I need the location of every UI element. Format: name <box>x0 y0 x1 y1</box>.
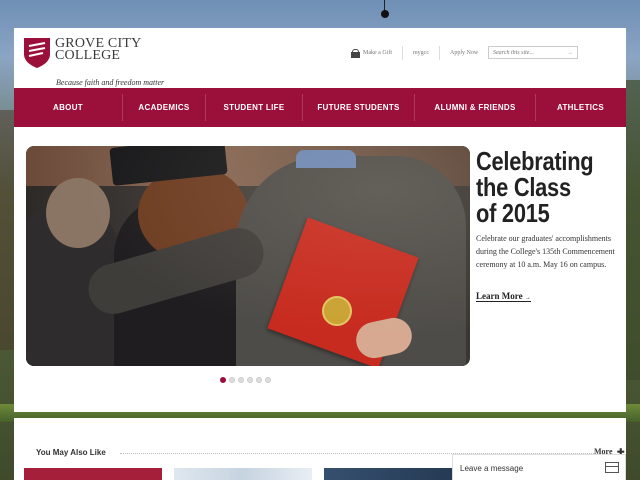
search-box: → <box>488 46 578 59</box>
nav-divider <box>122 94 123 121</box>
learn-more-link[interactable]: Learn More → <box>476 291 531 302</box>
nav-divider <box>414 94 415 121</box>
chat-widget[interactable]: Leave a message <box>452 454 626 480</box>
make-a-gift-label: Make a Gift <box>363 50 392 56</box>
arrow-right-icon: → <box>524 295 531 301</box>
apply-now-link[interactable]: Apply Now <box>439 46 488 60</box>
slide-dot-1[interactable] <box>220 377 226 383</box>
main-nav: ABOUT ACADEMICS STUDENT LIFE FUTURE STUD… <box>14 88 626 127</box>
nav-item-future-students[interactable]: FUTURE STUDENTS <box>303 88 414 127</box>
shield-logo-icon <box>24 38 50 68</box>
related-thumbnail-3[interactable] <box>324 468 454 480</box>
nav-item-academics[interactable]: ACADEMICS <box>123 88 205 127</box>
logo-line-2: COLLEGE <box>55 48 121 63</box>
search-arrow-icon[interactable]: → <box>567 50 573 56</box>
logo-name: GROVE CITY COLLEGE <box>55 37 175 63</box>
mygcc-label: mygcc <box>413 50 429 56</box>
nav-item-about[interactable]: ABOUT <box>14 88 122 127</box>
hero-image[interactable] <box>26 146 470 366</box>
nav-divider <box>535 94 536 121</box>
learn-more-label: Learn More <box>476 291 523 301</box>
main-panel: GROVE CITY COLLEGE Because faith and fre… <box>14 28 626 412</box>
slide-dot-3[interactable] <box>238 377 244 383</box>
slide-dot-4[interactable] <box>247 377 253 383</box>
nav-item-student-life[interactable]: STUDENT LIFE <box>206 88 302 127</box>
slider-pagination <box>220 377 271 383</box>
nav-item-alumni-friends[interactable]: ALUMNI & FRIENDS <box>415 88 535 127</box>
utility-links: Make a Gift mygcc Apply Now <box>341 46 488 60</box>
slide-dot-5[interactable] <box>256 377 262 383</box>
gift-icon <box>351 48 360 58</box>
hero-title: Celebrating the Class of 2015 <box>476 146 594 228</box>
slide-dot-2[interactable] <box>229 377 235 383</box>
related-thumbnail-2[interactable] <box>174 468 312 480</box>
hero-description: Celebrate our graduates' accomplishments… <box>476 234 615 269</box>
slide-dot-6[interactable] <box>265 377 271 383</box>
tagline: Because faith and freedom matter <box>56 78 165 87</box>
related-heading: You May Also Like <box>36 448 106 457</box>
chat-label: Leave a message <box>460 464 524 473</box>
mygcc-link[interactable]: mygcc <box>402 46 439 60</box>
related-thumbnail-1[interactable] <box>24 468 162 480</box>
pin-icon <box>380 0 390 22</box>
nav-item-athletics[interactable]: ATHLETICS <box>536 88 625 127</box>
college-logo[interactable]: GROVE CITY COLLEGE Because faith and fre… <box>24 37 184 88</box>
nav-divider <box>302 94 303 121</box>
background-tree-right <box>624 80 640 380</box>
apply-now-label: Apply Now <box>450 50 479 56</box>
search-input[interactable] <box>489 49 563 56</box>
nav-divider <box>205 94 206 121</box>
make-a-gift-link[interactable]: Make a Gift <box>341 46 402 60</box>
message-icon[interactable] <box>605 462 619 473</box>
